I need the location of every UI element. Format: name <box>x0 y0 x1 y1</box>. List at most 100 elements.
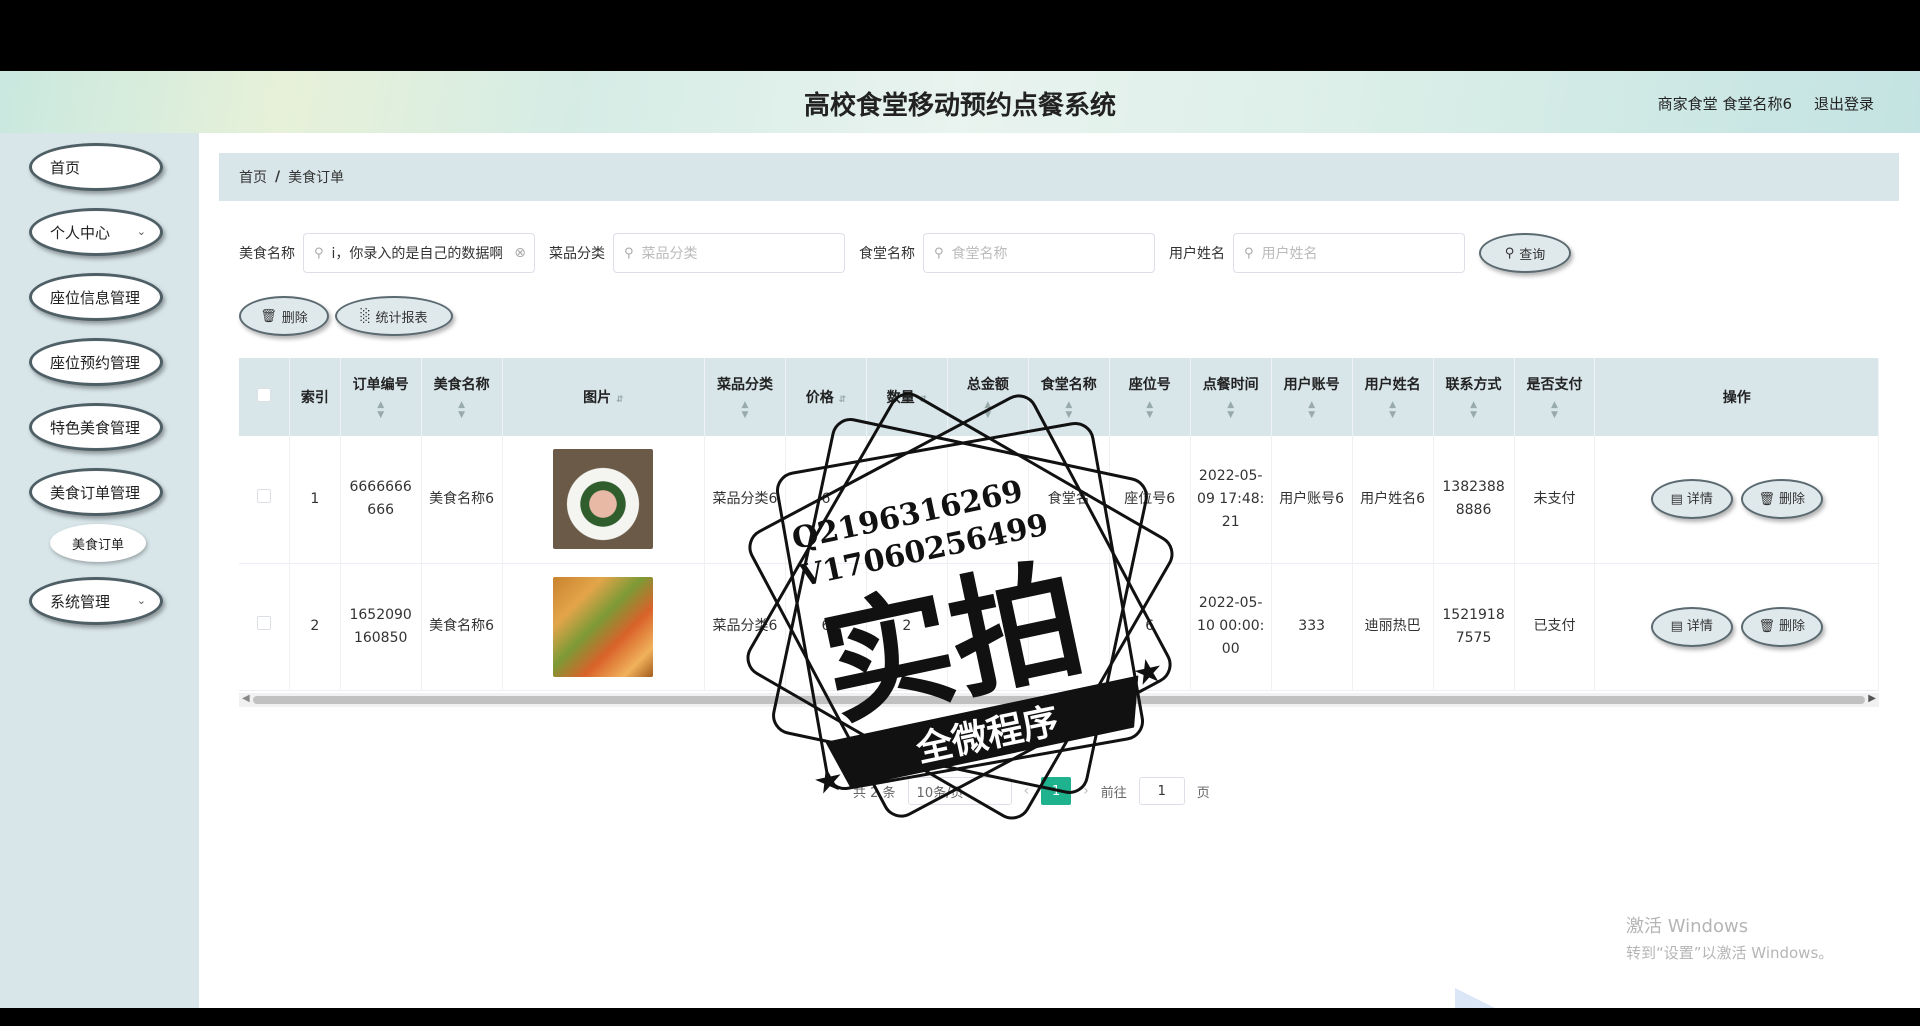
sort-icon[interactable]: ⇵ <box>616 395 624 405</box>
cell-food-name: 美食名称6 <box>421 563 503 690</box>
sidebar-item-label: 首页 <box>50 158 81 177</box>
column-header-label: 数量 <box>886 390 915 406</box>
sidebar-item-home[interactable]: 首页 <box>29 143 163 191</box>
prev-page-icon[interactable]: ‹ <box>1024 783 1030 799</box>
sort-icon[interactable]: ▲ ▼ <box>1434 400 1514 420</box>
goto-label: 前往 <box>1100 785 1127 801</box>
sort-icon[interactable]: ▲ ▼ <box>1353 400 1433 420</box>
sort-icon[interactable]: ▲ ▼ <box>1029 400 1109 420</box>
column-header[interactable]: 价格 ⇵ <box>785 358 867 436</box>
column-header-label: 订单编号 <box>352 377 409 393</box>
column-header: 操作 <box>1594 358 1879 436</box>
column-header-label: 座位号 <box>1128 377 1171 393</box>
sort-icon[interactable]: ▲ ▼ <box>948 400 1028 420</box>
column-header[interactable]: 点餐时间 ▲ ▼ <box>1190 358 1272 436</box>
cell-image <box>502 563 706 690</box>
column-header[interactable]: 联系方式 ▲ ▼ <box>1433 358 1515 436</box>
sort-icon[interactable]: ▲ ▼ <box>1110 400 1190 420</box>
row-delete-button[interactable]: 🗑 删除 <box>1740 479 1823 520</box>
row-checkbox-cell[interactable] <box>239 563 291 690</box>
scroll-left-icon[interactable]: ◀ <box>242 693 250 704</box>
sidebar-item-system[interactable]: 系统管理 ⌄ <box>29 577 163 625</box>
orders-table-wrap: 索引 订单编号 ▲ ▼ 美食名称 ▲ ▼ 图片 ⇵ 菜品分类 ▲ ▼ 价格 ⇵ 数量 ⇵ 总… <box>239 358 1879 707</box>
sort-icon[interactable]: ▲ ▼ <box>1272 400 1352 420</box>
sidebar-item-label: 个人中心 <box>50 223 111 242</box>
cell-category: 菜品分类6 <box>704 436 786 563</box>
row-checkbox[interactable] <box>257 488 272 503</box>
column-header[interactable]: 总金额 ▲ ▼ <box>947 358 1029 436</box>
sort-icon[interactable]: ▲ ▼ <box>705 400 785 420</box>
food-image <box>553 449 654 550</box>
page-number-current[interactable]: 1 <box>1041 777 1072 805</box>
row-checkbox-cell[interactable] <box>239 436 291 563</box>
cell-canteen: 食堂名 <box>1028 436 1110 563</box>
column-header-label: 点餐时间 <box>1202 377 1259 393</box>
category-input[interactable]: ⚲ 菜品分类 <box>613 233 845 273</box>
food-image <box>553 576 654 677</box>
chevron-down-icon: ⌄ <box>136 225 146 238</box>
sidebar-item-special-food[interactable]: 特色美食管理 <box>29 403 163 451</box>
horizontal-scrollbar[interactable]: ◀ ▶ <box>239 692 1879 707</box>
row-delete-button[interactable]: 🗑 删除 <box>1740 606 1823 647</box>
sort-icon[interactable]: ▲ ▼ <box>341 400 421 420</box>
sort-icon[interactable]: ▲ ▼ <box>1191 400 1271 420</box>
sidebar-item-food-orders[interactable]: 美食订单管理 <box>29 468 163 516</box>
cell-account: 333 <box>1271 563 1353 690</box>
scroll-right-icon[interactable]: ▶ <box>1868 693 1876 704</box>
column-header[interactable]: 图片 ⇵ <box>502 358 706 436</box>
detail-button[interactable]: ▤ 详情 <box>1650 606 1733 647</box>
user-name-input[interactable]: ⚲ 用户姓名 <box>1233 233 1465 273</box>
cell-quantity: 2 <box>866 563 948 690</box>
column-header[interactable]: 是否支付 ▲ ▼ <box>1514 358 1596 436</box>
cell-canteen <box>1028 563 1110 690</box>
detail-button[interactable]: ▤ 详情 <box>1650 479 1733 520</box>
select-all-checkbox-cell[interactable] <box>239 358 291 436</box>
header: 高校食堂移动预约点餐系统 商家食堂 食堂名称6 退出登录 <box>0 71 1920 133</box>
sort-icon[interactable]: ▲ ▼ <box>422 400 502 420</box>
sidebar-item-personal-center[interactable]: 个人中心 ⌄ <box>29 208 163 256</box>
report-button[interactable]: ░ 统计报表 <box>335 296 453 336</box>
clear-icon[interactable]: ⊗ <box>514 245 526 261</box>
column-header[interactable]: 美食名称 ▲ ▼ <box>421 358 503 436</box>
sort-icon[interactable]: ⇵ <box>839 395 847 405</box>
sidebar-item-seat-booking[interactable]: 座位预约管理 <box>29 338 163 386</box>
sort-icon[interactable]: ▲ ▼ <box>1515 400 1595 420</box>
column-header[interactable]: 用户姓名 ▲ ▼ <box>1352 358 1434 436</box>
column-header[interactable]: 菜品分类 ▲ ▼ <box>704 358 786 436</box>
column-header[interactable]: 用户账号 ▲ ▼ <box>1271 358 1353 436</box>
next-page-icon[interactable]: › <box>1083 783 1089 799</box>
submenu-item-food-order[interactable]: 美食订单 <box>50 524 146 562</box>
user-name-placeholder: 用户姓名 <box>1261 246 1318 262</box>
report-button-label: 统计报表 <box>375 310 428 326</box>
column-header[interactable]: 座位号 ▲ ▼ <box>1109 358 1191 436</box>
cell-user: 用户姓名6 <box>1352 436 1434 563</box>
breadcrumb-home[interactable]: 首页 <box>239 167 267 187</box>
column-header[interactable]: 数量 ⇵ <box>866 358 948 436</box>
column-header-label: 价格 <box>805 390 834 406</box>
cell-operations: ▤ 详情 🗑 删除 <box>1594 563 1879 690</box>
sort-icon[interactable]: ⇵ <box>920 395 928 405</box>
sidebar-item-seat-info[interactable]: 座位信息管理 <box>29 273 163 321</box>
batch-delete-button[interactable]: 🗑 删除 <box>239 296 329 336</box>
food-name-label: 美食名称 <box>239 246 295 262</box>
canteen-input[interactable]: ⚲ 食堂名称 <box>923 233 1155 273</box>
select-all-checkbox[interactable] <box>257 388 272 402</box>
cell-operations: ▤ 详情 🗑 删除 <box>1594 436 1879 563</box>
goto-input[interactable]: 1 <box>1138 777 1185 805</box>
detail-button-label: 详情 <box>1686 619 1713 634</box>
food-name-value: i，你录入的是自己的数据啊 <box>331 246 502 262</box>
scroll-thumb[interactable] <box>253 695 1865 704</box>
table-header-row: 索引 订单编号 ▲ ▼ 美食名称 ▲ ▼ 图片 ⇵ 菜品分类 ▲ ▼ 价格 ⇵ 数量 ⇵ 总… <box>239 358 1879 436</box>
top-black-bar <box>0 0 1920 71</box>
document-icon: ▤ <box>1670 619 1683 634</box>
row-checkbox[interactable] <box>257 616 272 630</box>
search-icon: ⚲ <box>624 245 634 261</box>
cell-index: 1 <box>289 436 341 563</box>
query-button[interactable]: ⚲ 查询 <box>1479 233 1571 273</box>
column-header[interactable]: 订单编号 ▲ ▼ <box>340 358 422 436</box>
page-size-select[interactable]: 10条/页 <box>907 777 1012 805</box>
operations: ▤ 详情 🗑 删除 <box>1601 479 1872 520</box>
food-name-input[interactable]: ⚲ i，你录入的是自己的数据啊 ⊗ <box>303 233 535 273</box>
column-header[interactable]: 食堂名称 ▲ ▼ <box>1028 358 1110 436</box>
logout-link[interactable]: 退出登录 <box>1814 93 1874 114</box>
